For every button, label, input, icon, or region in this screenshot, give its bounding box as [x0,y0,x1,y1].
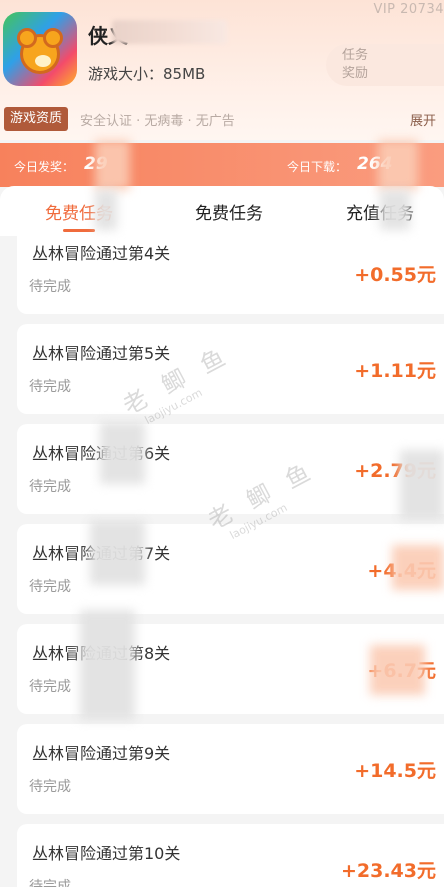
task-reward: +0.55元 [354,264,436,286]
active-tab-indicator [63,229,95,232]
task-status: 待完成 [29,679,71,695]
redaction-blur [392,545,444,590]
task-reward-line1: 任务 [342,48,369,63]
task-status: 待完成 [29,279,71,295]
task-card[interactable]: 丛林冒险通过第4关 待完成 +0.55元 [17,236,444,314]
task-status: 待完成 [29,779,71,795]
qualification-badge: 游戏资质 [4,107,69,131]
task-status: 待完成 [29,879,71,887]
task-card[interactable]: 丛林冒险通过第9关 待完成 +14.5元 [17,724,444,814]
app-size: 游戏大小：85MB [88,65,206,83]
task-reward: +14.5元 [354,760,436,782]
redaction-blur [80,610,135,720]
task-reward: +23.43元 [340,860,436,882]
task-title: 丛林冒险通过第9关 [32,744,171,763]
task-title: 丛林冒险通过第5关 [32,344,171,363]
redaction-blur [380,190,410,230]
redaction-blur [370,645,425,695]
task-tabs: 免费任务 免费任务 充值任务 [0,186,444,236]
expand-button[interactable]: 展开 [410,110,436,129]
task-status: 待完成 [29,579,71,595]
today-reward-label: 今日发奖： [14,160,75,174]
task-status: 待完成 [29,479,71,495]
task-title: 丛林冒险通过第4关 [32,244,171,263]
redaction-blur [400,450,444,520]
redaction-blur [95,190,117,230]
app-header: VIP 20734 侠义 游戏大小：85MB 任务 奖励 游戏资质 安全认证 ·… [0,0,444,140]
task-reward-line2: 奖励 [342,66,369,81]
vip-label: VIP 20734 [373,2,444,17]
task-status: 待完成 [29,379,71,395]
bear-mascot-icon [17,28,63,74]
redaction-blur [95,140,130,190]
tab-free-tasks-2[interactable]: 免费任务 [195,199,263,224]
task-reward-button[interactable]: 任务 奖励 [326,44,444,86]
task-card[interactable]: 丛林冒险通过第10关 待完成 +23.43元 [17,824,444,887]
qualification-text: 安全认证 · 无病毒 · 无广告 [80,114,235,129]
task-reward: +1.11元 [354,360,436,382]
app-name-redaction [112,20,227,44]
redaction-blur [378,140,418,190]
redaction-blur [90,520,145,585]
today-download-label: 今日下载： [287,160,348,174]
qualification-row: 游戏资质 安全认证 · 无病毒 · 无广告 展开 [0,106,444,132]
app-icon [3,12,77,86]
task-title: 丛林冒险通过第10关 [32,844,181,863]
